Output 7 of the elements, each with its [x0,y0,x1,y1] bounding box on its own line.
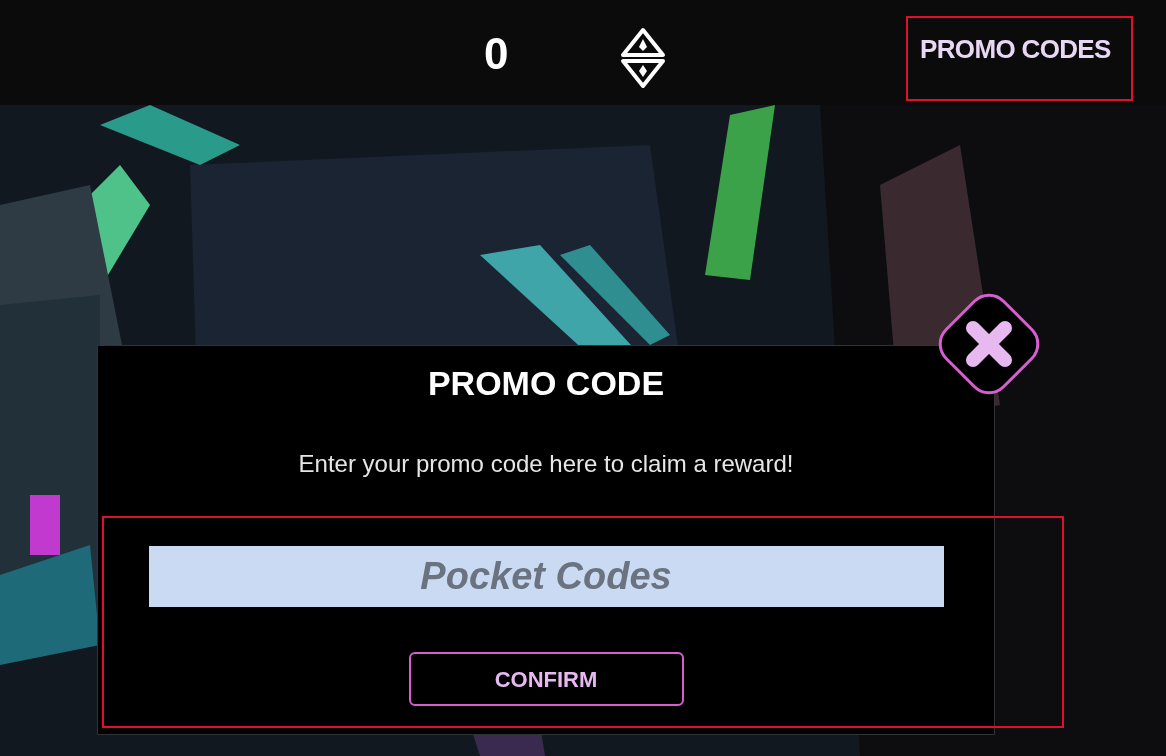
promo-code-input[interactable]: Pocket Codes [148,546,944,607]
dialog-title: PROMO CODE [427,366,665,400]
dialog-message: Enter your promo code here to claim a reward! [298,452,794,476]
gem-icon [619,27,667,89]
confirm-button[interactable]: CONFIRM [408,652,684,706]
promo-codes-button[interactable]: PROMO CODES [920,36,1111,62]
currency-amount: 0 [484,32,509,76]
